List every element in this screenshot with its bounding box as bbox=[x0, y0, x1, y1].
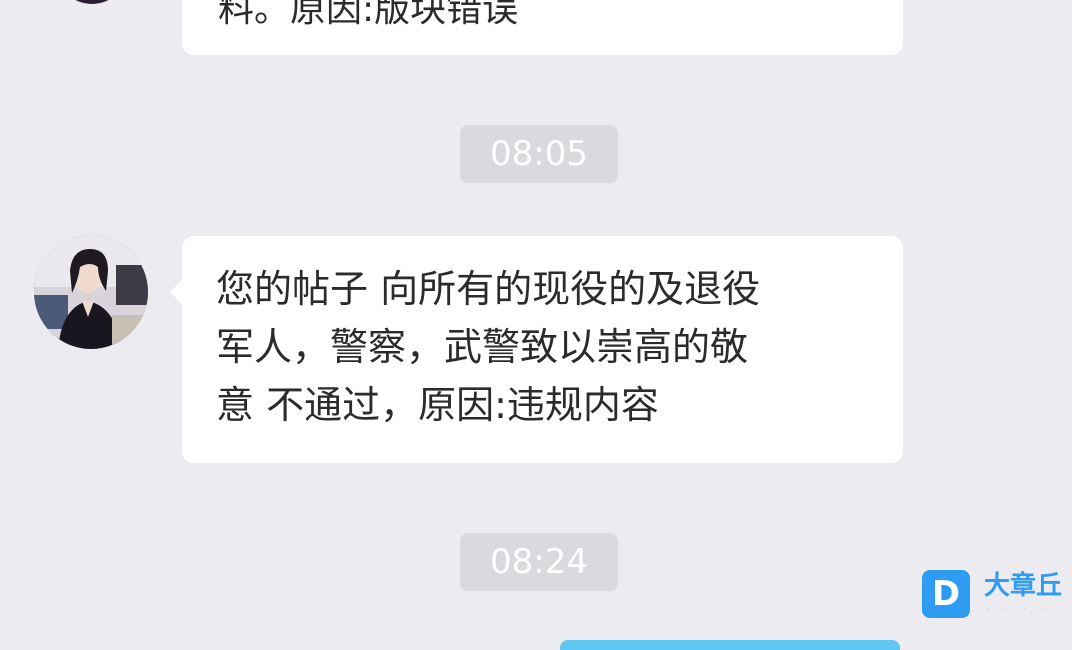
watermark-subtext: · · · · bbox=[986, 604, 1051, 615]
own-message-bubble-partial[interactable] bbox=[560, 640, 900, 650]
message-text-line: 料。原因:版块错误 bbox=[218, 0, 519, 30]
sender-avatar-partial[interactable] bbox=[56, 0, 128, 4]
timestamp-badge: 08:05 bbox=[460, 125, 618, 183]
timestamp-text: 08:05 bbox=[490, 134, 588, 174]
message-text-line: 您的帖子 向所有的现役的及退役 bbox=[216, 267, 761, 311]
message-text-line: 意 不通过，原因:违规内容 bbox=[216, 383, 659, 427]
timestamp-text: 08:24 bbox=[490, 542, 588, 582]
message-bubble[interactable]: 您的帖子 向所有的现役的及退役 军人，警察，武警致以崇高的敬 意 不通过，原因:… bbox=[170, 236, 903, 463]
sender-avatar[interactable] bbox=[34, 235, 148, 349]
message-text-line: 军人，警察，武警致以崇高的敬 bbox=[216, 325, 749, 369]
watermark: D 大章丘 · · · · bbox=[922, 570, 1072, 622]
timestamp-badge: 08:24 bbox=[460, 533, 618, 591]
watermark-name: 大章丘 bbox=[984, 571, 1063, 601]
message-bubble-partial[interactable]: 料。原因:版块错误 bbox=[182, 0, 903, 55]
avatar-photo bbox=[34, 235, 148, 349]
watermark-logo-icon: D bbox=[922, 570, 970, 618]
